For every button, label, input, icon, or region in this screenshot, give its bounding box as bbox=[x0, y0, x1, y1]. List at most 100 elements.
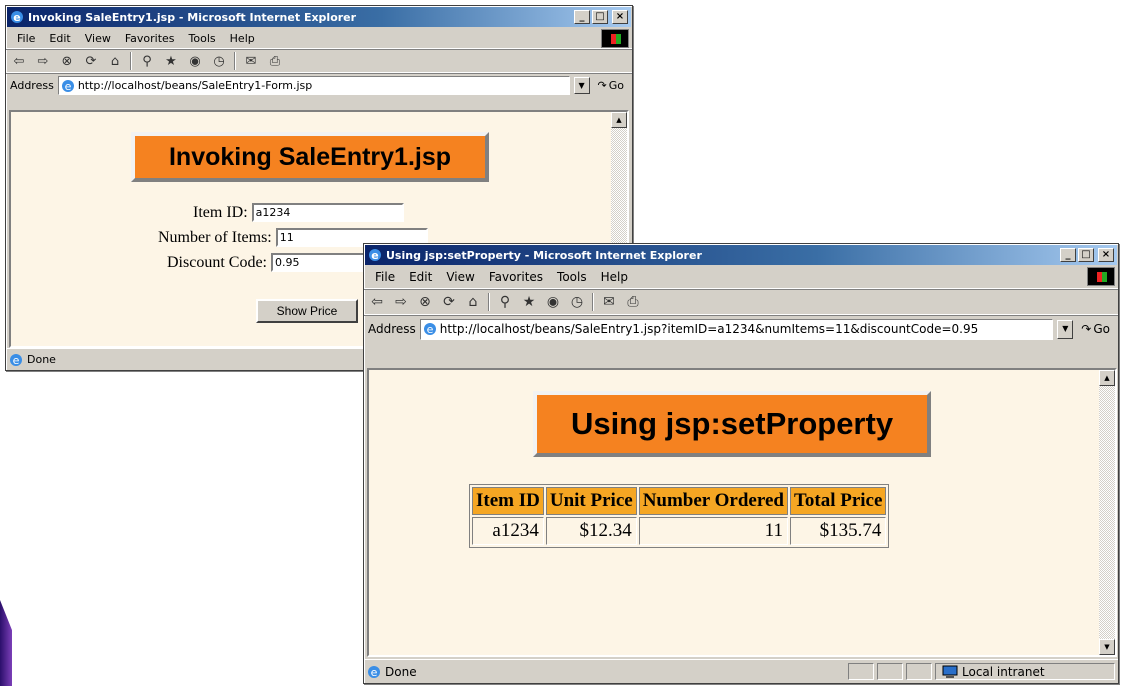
close-button[interactable]: × bbox=[1098, 248, 1114, 262]
toolbar-separator bbox=[488, 293, 490, 311]
menu-view[interactable]: View bbox=[78, 32, 118, 45]
security-zone[interactable]: Local intranet bbox=[935, 663, 1115, 680]
page-heading: Invoking SaleEntry1.jsp bbox=[131, 132, 489, 182]
address-label: Address bbox=[368, 322, 416, 336]
status-done: e Done bbox=[367, 665, 845, 679]
menu-view[interactable]: View bbox=[439, 270, 481, 284]
item-id-label: Item ID: bbox=[193, 203, 248, 221]
maximize-button[interactable]: □ bbox=[592, 10, 608, 24]
background-accent bbox=[0, 600, 12, 686]
address-url: http://localhost/beans/SaleEntry1.jsp?it… bbox=[439, 322, 979, 336]
refresh-icon[interactable]: ⟳ bbox=[82, 52, 100, 70]
go-arrow-icon: ↷ bbox=[597, 79, 607, 92]
favorites-icon[interactable]: ★ bbox=[520, 293, 538, 311]
scroll-down-button[interactable]: ▼ bbox=[1099, 639, 1115, 655]
mail-icon[interactable]: ✉ bbox=[600, 293, 618, 311]
print-icon[interactable]: ⎙ bbox=[624, 293, 642, 311]
forward-icon[interactable]: ⇨ bbox=[392, 293, 410, 311]
show-price-button[interactable]: Show Price bbox=[256, 299, 358, 323]
media-icon[interactable]: ◉ bbox=[544, 293, 562, 311]
toolbar-separator bbox=[234, 52, 236, 70]
windows-logo-icon bbox=[1087, 267, 1115, 286]
status-panel bbox=[906, 663, 932, 680]
toolbar: ⇦ ⇨ ⊗ ⟳ ⌂ ⚲ ★ ◉ ◷ ✉ ⎙ bbox=[6, 49, 632, 73]
page-icon: e bbox=[61, 79, 74, 93]
menu-edit[interactable]: Edit bbox=[42, 32, 77, 45]
window-title: Using jsp:setProperty - Microsoft Intern… bbox=[386, 248, 702, 262]
stop-icon[interactable]: ⊗ bbox=[58, 52, 76, 70]
vertical-scrollbar[interactable]: ▲ ▼ bbox=[1099, 370, 1115, 655]
go-label: Go bbox=[608, 79, 624, 92]
cell-number-ordered: 11 bbox=[638, 517, 788, 545]
svg-text:e: e bbox=[371, 666, 378, 679]
menu-tools[interactable]: Tools bbox=[550, 270, 594, 284]
history-icon[interactable]: ◷ bbox=[568, 293, 586, 311]
stop-icon[interactable]: ⊗ bbox=[416, 293, 434, 311]
go-button[interactable]: ↷ Go bbox=[594, 79, 628, 92]
header-number-ordered: Number Ordered bbox=[638, 487, 788, 515]
status-panel bbox=[848, 663, 874, 680]
svg-text:e: e bbox=[371, 249, 378, 262]
menu-bar: File Edit View Favorites Tools Help bbox=[364, 266, 1118, 289]
address-dropdown-button[interactable]: ▼ bbox=[1057, 319, 1074, 339]
toolbar: ⇦ ⇨ ⊗ ⟳ ⌂ ⚲ ★ ◉ ◷ ✉ ⎙ bbox=[364, 289, 1118, 315]
address-dropdown-button[interactable]: ▼ bbox=[573, 77, 590, 94]
home-icon[interactable]: ⌂ bbox=[464, 293, 482, 311]
favorites-icon[interactable]: ★ bbox=[162, 52, 180, 70]
home-icon[interactable]: ⌂ bbox=[106, 52, 124, 70]
maximize-button[interactable]: □ bbox=[1078, 248, 1094, 262]
menu-file[interactable]: File bbox=[10, 32, 42, 45]
mail-icon[interactable]: ✉ bbox=[242, 52, 260, 70]
header-total-price: Total Price bbox=[789, 487, 887, 515]
menu-file[interactable]: File bbox=[368, 270, 402, 284]
media-icon[interactable]: ◉ bbox=[186, 52, 204, 70]
address-label: Address bbox=[10, 79, 54, 92]
scroll-up-button[interactable]: ▲ bbox=[611, 112, 627, 128]
toolbar-separator bbox=[130, 52, 132, 70]
back-icon[interactable]: ⇦ bbox=[10, 52, 28, 70]
table-header-row: Item ID Unit Price Number Ordered Total … bbox=[472, 487, 887, 515]
menu-bar: File Edit View Favorites Tools Help bbox=[6, 28, 632, 49]
minimize-button[interactable]: _ bbox=[1060, 248, 1076, 262]
title-bar[interactable]: e Using jsp:setProperty - Microsoft Inte… bbox=[365, 245, 1117, 265]
page-icon: e bbox=[423, 323, 436, 336]
refresh-icon[interactable]: ⟳ bbox=[440, 293, 458, 311]
forward-icon[interactable]: ⇨ bbox=[34, 52, 52, 70]
page-status-icon: e bbox=[10, 353, 22, 367]
ie-icon: e bbox=[369, 249, 381, 262]
go-button[interactable]: ↷ Go bbox=[1077, 322, 1114, 336]
menu-favorites[interactable]: Favorites bbox=[118, 32, 182, 45]
menu-favorites[interactable]: Favorites bbox=[482, 270, 550, 284]
status-bar: e Done Local intranet bbox=[364, 659, 1118, 683]
address-input[interactable]: e http://localhost/beans/SaleEntry1.jsp?… bbox=[419, 318, 1054, 340]
close-button[interactable]: × bbox=[612, 10, 628, 24]
print-icon[interactable]: ⎙ bbox=[266, 52, 284, 70]
status-panel bbox=[877, 663, 903, 680]
go-label: Go bbox=[1093, 322, 1110, 336]
svg-text:e: e bbox=[426, 323, 433, 336]
header-unit-price: Unit Price bbox=[545, 487, 637, 515]
item-id-row: Item ID: bbox=[193, 203, 404, 222]
address-input[interactable]: e http://localhost/beans/SaleEntry1-Form… bbox=[57, 76, 570, 95]
menu-help[interactable]: Help bbox=[223, 32, 262, 45]
intranet-icon bbox=[942, 665, 958, 678]
toolbar-separator bbox=[592, 293, 594, 311]
results-table: Item ID Unit Price Number Ordered Total … bbox=[469, 484, 890, 548]
item-id-input[interactable] bbox=[251, 203, 404, 222]
search-icon[interactable]: ⚲ bbox=[138, 52, 156, 70]
back-icon[interactable]: ⇦ bbox=[368, 293, 386, 311]
scroll-up-button[interactable]: ▲ bbox=[1099, 370, 1115, 386]
menu-tools[interactable]: Tools bbox=[182, 32, 223, 45]
window-title: Invoking SaleEntry1.jsp - Microsoft Inte… bbox=[28, 10, 357, 24]
menu-help[interactable]: Help bbox=[594, 270, 635, 284]
page-status-icon: e bbox=[368, 665, 380, 679]
title-bar[interactable]: e Invoking SaleEntry1.jsp - Microsoft In… bbox=[7, 7, 631, 27]
status-text: Done bbox=[27, 353, 56, 366]
minimize-button[interactable]: _ bbox=[574, 10, 590, 24]
history-icon[interactable]: ◷ bbox=[210, 52, 228, 70]
num-items-label: Number of Items: bbox=[158, 228, 272, 246]
menu-edit[interactable]: Edit bbox=[402, 270, 439, 284]
cell-item-id: a1234 bbox=[472, 517, 544, 545]
search-icon[interactable]: ⚲ bbox=[496, 293, 514, 311]
cell-total-price: $135.74 bbox=[789, 517, 887, 545]
